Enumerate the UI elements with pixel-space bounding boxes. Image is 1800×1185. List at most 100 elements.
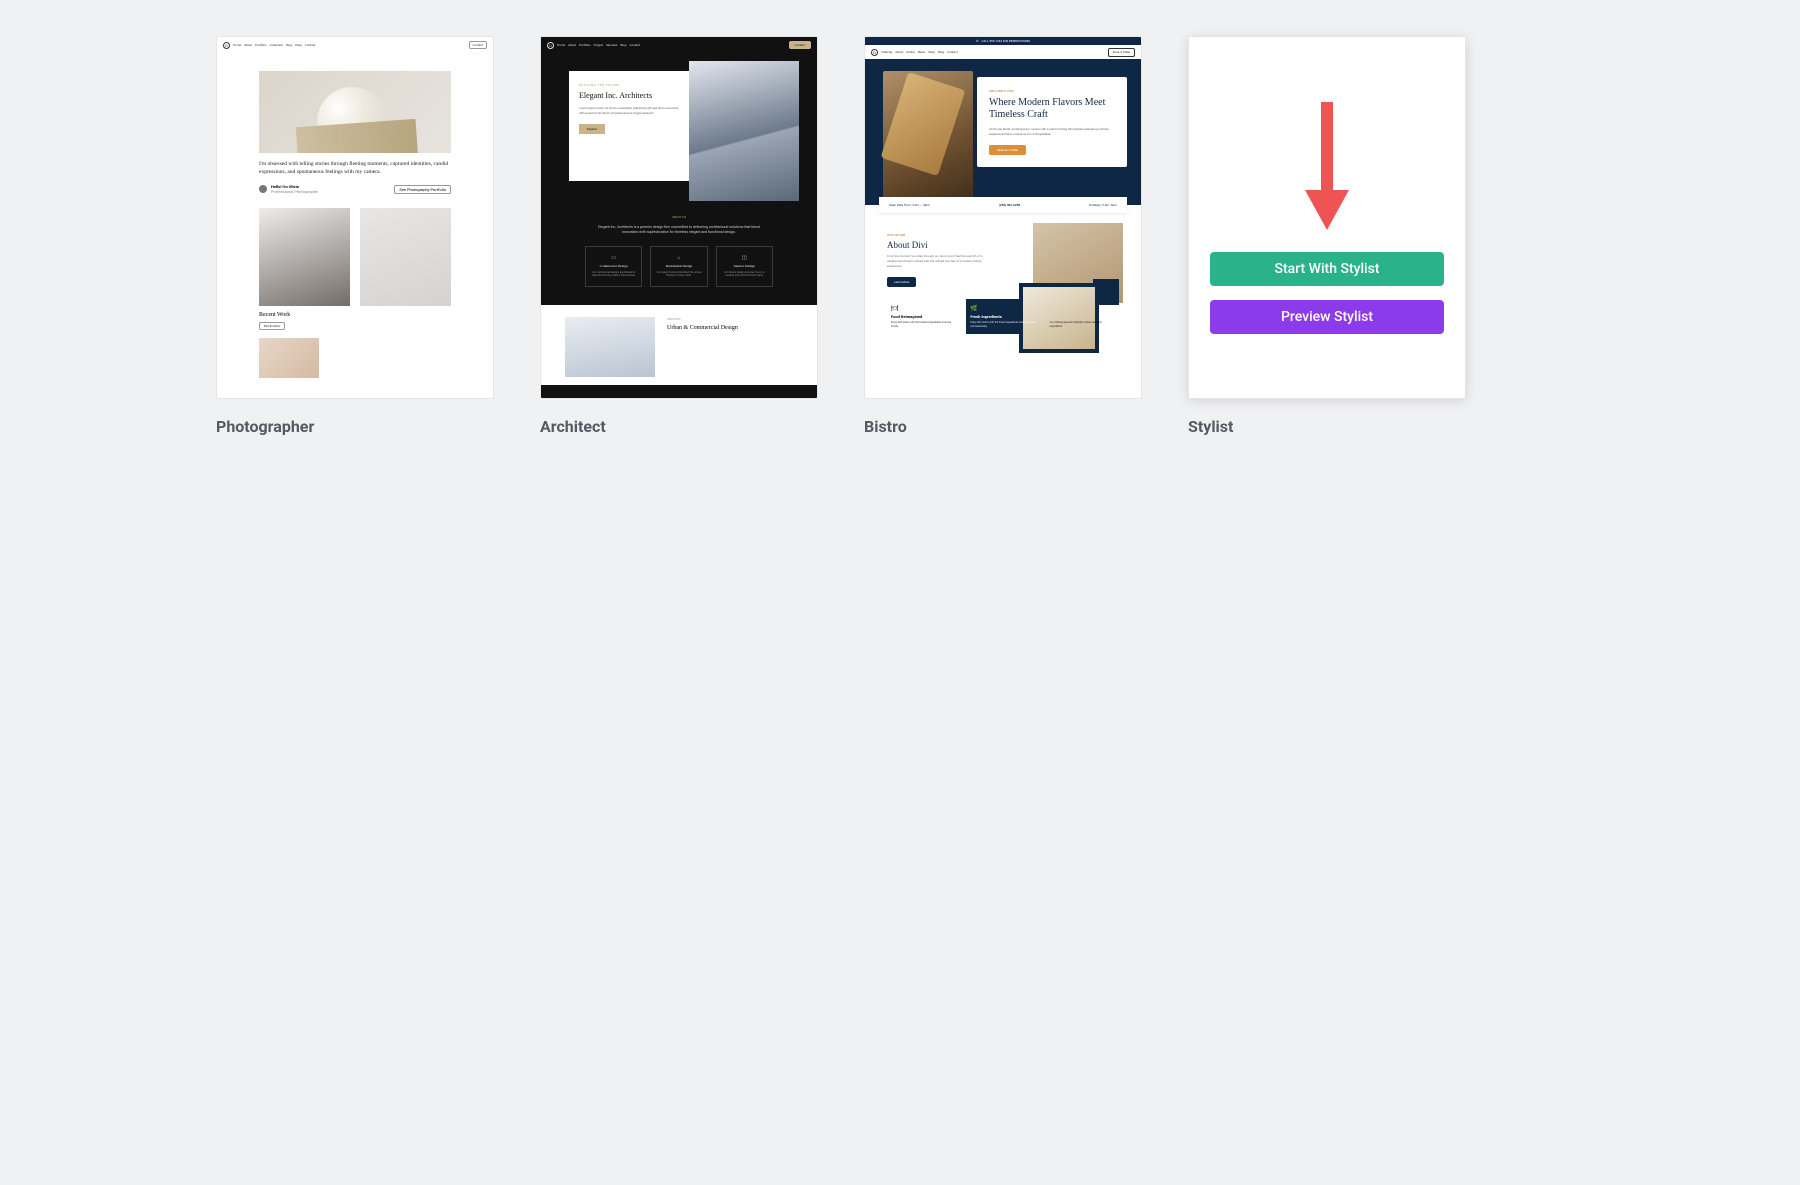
preview-about-btn: Learn More bbox=[887, 277, 916, 287]
preview-about: ABOUT US Elegant Inc. Architects is a pr… bbox=[541, 203, 817, 305]
logo-icon: D bbox=[547, 42, 554, 49]
nav-item: Contact bbox=[629, 43, 640, 47]
button-label: Start With Stylist bbox=[1275, 261, 1380, 277]
nav-item: Menu bbox=[918, 50, 926, 54]
column-icon: ◫ bbox=[721, 255, 768, 261]
nav-item: Services bbox=[606, 43, 617, 47]
preview-hero: BUILDING THE FUTURE Elegant Inc. Archite… bbox=[541, 53, 817, 203]
template-hover-overlay: Start With Stylist Preview Stylist bbox=[1189, 37, 1465, 398]
avatar-icon bbox=[259, 185, 267, 193]
template-card-architect[interactable]: D Home About Portfolio Project Services … bbox=[540, 36, 818, 399]
preview-gallery-image bbox=[259, 208, 350, 306]
preview-avatar-row: Hello! I'm Olivia Professional Photograp… bbox=[259, 184, 451, 194]
nav-item: Shop bbox=[295, 43, 302, 47]
preview-section-btn: Full Portfolio bbox=[259, 322, 285, 330]
preview-column: ⌂ Residential Design Our design homes th… bbox=[650, 246, 707, 288]
template-card-photographer[interactable]: D Home About Portfolio Collection Blog S… bbox=[216, 36, 494, 399]
nav-item: Home bbox=[557, 43, 565, 47]
feature-title: Food Reimagined bbox=[891, 314, 956, 319]
preview-hero-btn: Explore bbox=[579, 124, 605, 134]
nav-item: Collection bbox=[270, 43, 283, 47]
preview-title: About Divi bbox=[887, 240, 988, 250]
feature-icon: 🍽 bbox=[891, 305, 956, 312]
preview-columns: ▭ Commercial Design Our commercial desig… bbox=[561, 246, 797, 288]
column-desc: Our design homes that reflect the unique… bbox=[655, 271, 702, 279]
nav-item: Home bbox=[233, 43, 241, 47]
preview-hero-image bbox=[689, 61, 799, 201]
nav-item: Contact bbox=[947, 50, 958, 54]
preview-body: From the moment you step through our doo… bbox=[887, 254, 988, 268]
nav-item: About bbox=[895, 50, 903, 54]
template-label: Bistro bbox=[864, 417, 1142, 436]
preview-nav: D Home About Portfolio Collection Blog S… bbox=[217, 37, 493, 53]
preview-hero-copy: I'm obsessed with telling stories throug… bbox=[259, 161, 451, 176]
preview-body: Elegant Inc. Architects is a premier des… bbox=[591, 225, 767, 236]
template-card-bistro[interactable]: ✆ CALL 555-1234 FOR RESERVATIONS D Cater… bbox=[864, 36, 1142, 399]
column-desc: Our commercial designs are tailored to m… bbox=[590, 271, 637, 279]
preview-column: ◫ Interior Design Our interior design se… bbox=[716, 246, 773, 288]
preview-body: At Divi we blend contemporary cuisine wi… bbox=[989, 127, 1115, 136]
preview-promo-bar: ✆ CALL 555-1234 FOR RESERVATIONS bbox=[865, 37, 1141, 45]
column-icon: ⌂ bbox=[655, 255, 702, 261]
preview-promo-text: CALL 555-1234 FOR RESERVATIONS bbox=[981, 39, 1030, 43]
preview-avatar-sub: Professional Photographer bbox=[271, 189, 319, 194]
preview-column: ▭ Commercial Design Our commercial desig… bbox=[585, 246, 642, 288]
preview-eyebrow: WHO WE ARE bbox=[887, 233, 988, 237]
preview-thumb bbox=[259, 338, 319, 378]
template-cell-bistro: ✆ CALL 555-1234 FOR RESERVATIONS D Cater… bbox=[864, 36, 1142, 436]
preview-about-image bbox=[1019, 283, 1099, 353]
template-grid: D Home About Portfolio Collection Blog S… bbox=[216, 36, 1584, 436]
preview-hero-image bbox=[883, 71, 973, 207]
preview-hero: WELCOME TO DIVI Where Modern Flavors Mee… bbox=[865, 59, 1141, 205]
preview-title: Urban & Commercial Design bbox=[667, 325, 793, 331]
logo-icon: D bbox=[871, 49, 878, 56]
nav-item: Blog bbox=[938, 50, 944, 54]
preview-section-title: Recent Work bbox=[259, 312, 290, 318]
preview-template-button[interactable]: Preview Stylist bbox=[1210, 300, 1444, 334]
nav-cta: Contact bbox=[469, 41, 488, 49]
preview-hero-panel: WELCOME TO DIVI Where Modern Flavors Mee… bbox=[977, 77, 1127, 167]
info-item: (255) 352-6258 bbox=[999, 203, 1020, 207]
nav-item: Contact bbox=[305, 43, 316, 47]
preview-nav: D Catering About Online Menu Shop Blog C… bbox=[865, 45, 1141, 59]
template-card-stylist[interactable]: Start With Stylist Preview Stylist bbox=[1188, 36, 1466, 399]
preview-services-image bbox=[565, 317, 655, 377]
preview-title: Elegant Inc. Architects bbox=[579, 91, 679, 100]
nav-cta: Contact bbox=[789, 41, 812, 49]
template-cell-architect: D Home About Portfolio Project Services … bbox=[540, 36, 818, 436]
column-title: Interior Design bbox=[721, 264, 768, 268]
nav-item: Blog bbox=[620, 43, 626, 47]
preview-hero-btn: Reserve a Table bbox=[989, 145, 1026, 155]
column-title: Residential Design bbox=[655, 264, 702, 268]
nav-item: Blog bbox=[286, 43, 292, 47]
nav-item: Portfolio bbox=[579, 43, 591, 47]
preview-about: WHO WE ARE About Divi From the moment yo… bbox=[865, 205, 1141, 299]
column-desc: Our interior design services focus on cr… bbox=[721, 271, 768, 279]
feature-desc: Every dish starts with the freshest ingr… bbox=[891, 321, 956, 328]
info-item: Open Daily from 11am – 10pm bbox=[889, 203, 930, 207]
nav-item: About bbox=[568, 43, 576, 47]
preview-hero-panel: BUILDING THE FUTURE Elegant Inc. Archite… bbox=[569, 71, 689, 181]
preview-body: Lorem ipsum dolor sit amet consectetur a… bbox=[579, 106, 679, 115]
preview-info-bar: Open Daily from 11am – 10pm (255) 352-62… bbox=[879, 197, 1127, 213]
template-cell-photographer: D Home About Portfolio Collection Blog S… bbox=[216, 36, 494, 436]
preview-services: SERVICES Urban & Commercial Design bbox=[541, 305, 817, 385]
feature-desc: Every dish starts with the finest ingred… bbox=[970, 321, 1035, 328]
nav-item: Shop bbox=[928, 50, 935, 54]
nav-item: Catering bbox=[881, 50, 892, 54]
template-label: Architect bbox=[540, 417, 818, 436]
preview-section: Recent Work Full Portfolio bbox=[259, 312, 451, 330]
preview-features: 🍽 Food Reimagined Every dish starts with… bbox=[865, 299, 1141, 342]
nav-item: About bbox=[244, 43, 252, 47]
preview-feature: 🍽 Food Reimagined Every dish starts with… bbox=[887, 299, 960, 334]
preview-gallery bbox=[259, 208, 451, 306]
preview-eyebrow: SERVICES bbox=[667, 317, 793, 321]
column-title: Commercial Design bbox=[590, 264, 637, 268]
start-with-template-button[interactable]: Start With Stylist bbox=[1210, 252, 1444, 286]
preview-gallery-image bbox=[360, 208, 451, 306]
preview-eyebrow: BUILDING THE FUTURE bbox=[579, 83, 679, 87]
column-icon: ▭ bbox=[590, 255, 637, 261]
button-label: Preview Stylist bbox=[1281, 309, 1373, 325]
preview-eyebrow: WELCOME TO DIVI bbox=[989, 89, 1115, 93]
arrow-down-icon bbox=[1305, 102, 1349, 232]
